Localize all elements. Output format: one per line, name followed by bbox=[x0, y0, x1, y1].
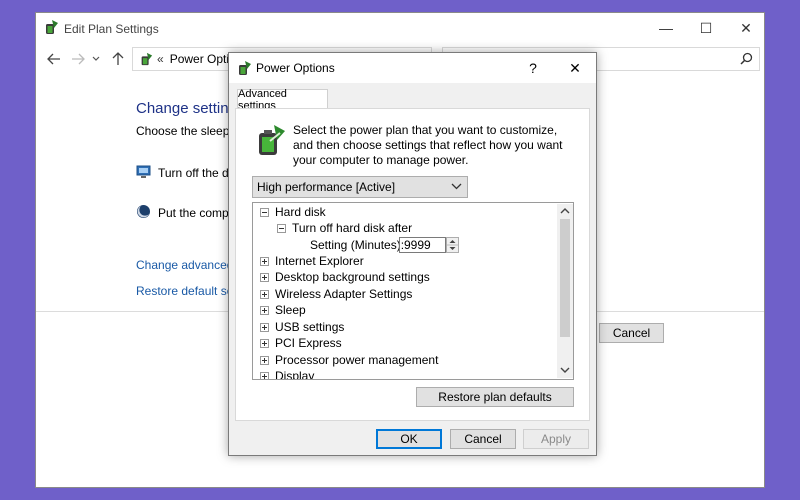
tree-item-processor-power[interactable]: Processor power management bbox=[260, 352, 438, 368]
minutes-spinner[interactable] bbox=[446, 237, 459, 253]
tree-label: Wireless Adapter Settings bbox=[275, 287, 413, 301]
back-arrow-icon bbox=[47, 53, 60, 65]
power-options-icon bbox=[236, 60, 252, 76]
expand-icon[interactable] bbox=[260, 338, 269, 348]
expand-icon[interactable] bbox=[260, 371, 269, 379]
forward-arrow-icon bbox=[72, 53, 85, 65]
tree-label: USB settings bbox=[275, 320, 345, 334]
apply-button[interactable]: Apply bbox=[523, 429, 589, 449]
expand-icon[interactable] bbox=[260, 272, 269, 282]
restore-defaults-link[interactable]: Restore default setti bbox=[136, 284, 243, 298]
tree-label: Sleep bbox=[275, 303, 306, 317]
expand-icon[interactable] bbox=[260, 305, 269, 315]
close-icon: ✕ bbox=[740, 19, 752, 36]
tree-label: Internet Explorer bbox=[275, 254, 364, 268]
minutes-value: 9999 bbox=[404, 238, 431, 252]
ok-button[interactable]: OK bbox=[376, 429, 442, 449]
tree-item-turn-off-hard-disk[interactable]: Turn off hard disk after bbox=[277, 220, 412, 236]
expand-icon[interactable] bbox=[260, 322, 269, 332]
tree-label: Hard disk bbox=[275, 205, 326, 219]
close-icon: ✕ bbox=[569, 59, 581, 76]
minimize-button[interactable]: — bbox=[646, 15, 686, 41]
tree-item-wireless-adapter[interactable]: Wireless Adapter Settings bbox=[260, 286, 412, 302]
power-plan-dropdown[interactable]: High performance [Active] bbox=[252, 176, 468, 198]
power-plan-icon bbox=[43, 19, 59, 35]
help-icon: ? bbox=[529, 60, 537, 76]
dialog-close-button[interactable]: ✕ bbox=[560, 57, 590, 79]
monitor-icon bbox=[136, 164, 151, 179]
tree-label: Display bbox=[275, 369, 315, 380]
close-button[interactable]: ✕ bbox=[726, 15, 766, 41]
minutes-input[interactable]: 9999 bbox=[399, 237, 446, 253]
dialog-title-bar[interactable]: Power Options ? ✕ bbox=[229, 53, 596, 83]
help-button[interactable]: ? bbox=[518, 57, 548, 79]
forward-button[interactable] bbox=[68, 49, 88, 69]
power-options-dialog: Power Options ? ✕ Advanced settings Sele… bbox=[228, 52, 597, 456]
tree-item-internet-explorer[interactable]: Internet Explorer bbox=[260, 253, 364, 269]
address-overflow-chevron[interactable]: « bbox=[157, 52, 164, 66]
tree-label: PCI Express bbox=[275, 336, 342, 350]
sleep-setting-label: Put the compu bbox=[158, 206, 236, 220]
search-icon bbox=[740, 52, 753, 65]
power-plan-selected: High performance [Active] bbox=[257, 180, 396, 194]
scroll-down-icon[interactable] bbox=[560, 366, 570, 374]
breadcrumb-power-options[interactable]: Power Opti bbox=[170, 52, 229, 66]
tree-item-pci-express[interactable]: PCI Express bbox=[260, 335, 342, 351]
setting-label-text: Setting (Minutes): bbox=[310, 238, 405, 252]
spinner-arrows-icon bbox=[447, 240, 458, 250]
page-heading: Change setting bbox=[136, 100, 237, 117]
window-title: Edit Plan Settings bbox=[64, 22, 159, 36]
tree-item-desktop-background[interactable]: Desktop background settings bbox=[260, 269, 430, 285]
setting-minutes-label: Setting (Minutes): bbox=[310, 237, 404, 253]
restore-plan-defaults-button[interactable]: Restore plan defaults bbox=[416, 387, 574, 407]
back-button[interactable] bbox=[44, 49, 64, 69]
up-button[interactable] bbox=[108, 49, 128, 69]
maximize-icon: ☐ bbox=[699, 19, 713, 36]
tree-label: Turn off hard disk after bbox=[292, 221, 413, 235]
display-setting-label: Turn off the dis bbox=[158, 166, 238, 180]
dialog-title: Power Options bbox=[256, 61, 335, 75]
tree-item-hard-disk[interactable]: Hard disk bbox=[260, 204, 326, 220]
minimize-icon: — bbox=[659, 20, 673, 36]
advanced-settings-panel: Select the power plan that you want to c… bbox=[235, 108, 590, 421]
tree-item-sleep[interactable]: Sleep bbox=[260, 302, 306, 318]
recent-locations-button[interactable] bbox=[90, 49, 102, 69]
chevron-down-icon bbox=[92, 56, 100, 61]
chevron-down-icon bbox=[451, 180, 462, 192]
tab-advanced-settings[interactable]: Advanced settings bbox=[237, 88, 328, 112]
tree-label: Desktop background settings bbox=[275, 270, 430, 284]
tree-item-display[interactable]: Display bbox=[260, 368, 315, 380]
up-arrow-icon bbox=[112, 52, 124, 65]
expand-icon[interactable] bbox=[260, 355, 269, 365]
cancel-button[interactable]: Cancel bbox=[450, 429, 516, 449]
control-panel-icon bbox=[139, 52, 153, 66]
expand-icon[interactable] bbox=[260, 256, 269, 266]
scrollbar-thumb[interactable] bbox=[560, 219, 570, 337]
tree-item-usb-settings[interactable]: USB settings bbox=[260, 319, 344, 335]
collapse-icon[interactable] bbox=[260, 207, 269, 217]
battery-plan-icon bbox=[256, 123, 286, 157]
tree-label: Processor power management bbox=[275, 353, 439, 367]
background-cancel-button[interactable]: Cancel bbox=[599, 323, 664, 343]
settings-tree[interactable]: Hard disk Turn off hard disk after Setti… bbox=[252, 202, 574, 380]
moon-icon bbox=[136, 204, 151, 219]
collapse-icon[interactable] bbox=[277, 223, 286, 233]
description-text: Select the power plan that you want to c… bbox=[293, 123, 563, 167]
maximize-button[interactable]: ☐ bbox=[686, 15, 726, 41]
expand-icon[interactable] bbox=[260, 289, 269, 299]
scroll-up-icon[interactable] bbox=[560, 207, 570, 215]
